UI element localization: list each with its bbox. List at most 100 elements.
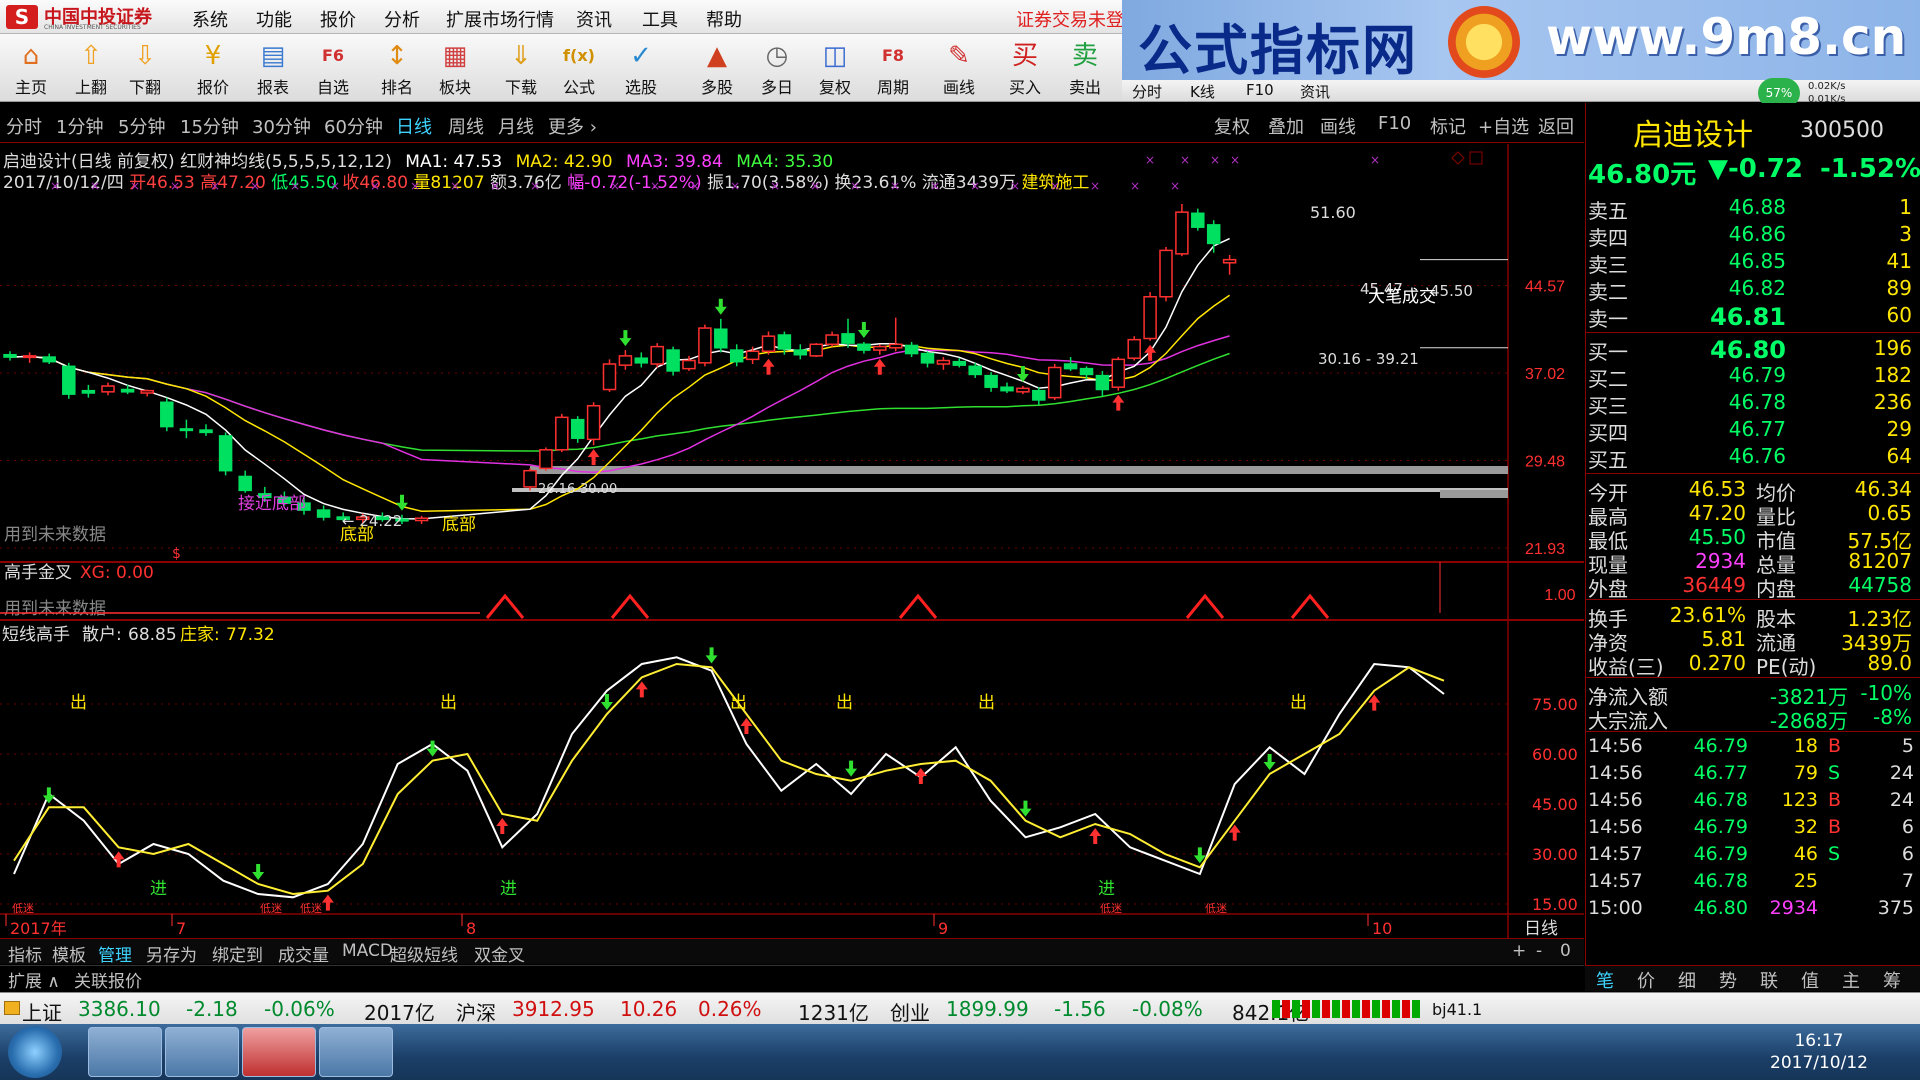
trade-login-notice[interactable]: 证券交易未登 bbox=[1016, 6, 1124, 32]
toolbar-button-9[interactable]: f(x) 公式 bbox=[552, 38, 606, 100]
toolbar-button-8[interactable]: ⇓ 下载 bbox=[494, 38, 548, 100]
quote-tab-2[interactable]: 细 bbox=[1678, 967, 1696, 993]
down-arrow-icon bbox=[1019, 800, 1032, 817]
taskbar-folder-icon[interactable] bbox=[319, 1027, 393, 1077]
toolbar-button-2[interactable]: ⇩ 下翻 bbox=[118, 38, 172, 100]
toolbar-button-1[interactable]: ⇧ 上翻 bbox=[64, 38, 118, 100]
menu-quote[interactable]: 报价 bbox=[320, 6, 356, 32]
menu-analysis[interactable]: 分析 bbox=[384, 6, 420, 32]
quote-tab-6[interactable]: 主 bbox=[1842, 967, 1860, 993]
toolbar-button-5[interactable]: F6 自选 bbox=[306, 38, 360, 100]
ask-row[interactable]: 卖五 46.88 1 bbox=[1588, 195, 1916, 223]
banner-url: www.9m8.cn bbox=[1546, 8, 1907, 66]
toolbar-button-3[interactable]: ¥ 报价 bbox=[186, 38, 240, 100]
toolbar-button-16[interactable]: 买买入 bbox=[998, 38, 1052, 100]
taskbar-trading-app-icon[interactable] bbox=[242, 1027, 316, 1077]
toolbar-button-7[interactable]: ▦ 板块 bbox=[428, 38, 482, 100]
period-tab-7[interactable]: 周线 bbox=[448, 113, 484, 139]
toolbar-button-12[interactable]: ◷ 多日 bbox=[750, 38, 804, 100]
toolbar-button-4[interactable]: ▤ 报表 bbox=[246, 38, 300, 100]
menu-function[interactable]: 功能 bbox=[256, 6, 292, 32]
tab-f10[interactable]: F10 bbox=[1246, 81, 1274, 99]
indicator-tab-0[interactable]: 指标 bbox=[4, 941, 46, 966]
quote-panel-tabs bbox=[1585, 965, 1920, 991]
quote-tab-1[interactable]: 价 bbox=[1637, 967, 1655, 993]
toolbar-button-11[interactable]: ▲ 多股 bbox=[690, 38, 744, 100]
chart-tool-1[interactable]: 叠加 bbox=[1268, 113, 1304, 139]
bid-row[interactable]: 买五 46.76 64 bbox=[1588, 444, 1916, 472]
candle-body bbox=[1000, 386, 1014, 392]
divider bbox=[1586, 677, 1920, 678]
quote-tab-3[interactable]: 势 bbox=[1719, 967, 1737, 993]
ask-row[interactable]: 卖四 46.86 3 bbox=[1588, 222, 1916, 250]
menu-news[interactable]: 资讯 bbox=[576, 6, 612, 32]
chart-tool-4[interactable]: 标记 bbox=[1430, 113, 1466, 139]
chart-mode-icon[interactable] bbox=[1451, 151, 1465, 165]
menu-tools[interactable]: 工具 bbox=[642, 6, 678, 32]
indicator-tab-8[interactable]: 双金叉 bbox=[470, 941, 529, 966]
chart-tool-6[interactable]: 返回 bbox=[1538, 113, 1574, 139]
bid-row[interactable]: 买四 46.77 29 bbox=[1588, 417, 1916, 445]
extend-toggle[interactable]: 扩展 ∧ bbox=[4, 967, 64, 992]
ask-row[interactable]: 卖二 46.82 89 bbox=[1588, 276, 1916, 304]
menu-system[interactable]: 系统 bbox=[192, 6, 228, 32]
zoom-button-1[interactable]: - bbox=[1532, 941, 1546, 961]
chart-tool-0[interactable]: 复权 bbox=[1214, 113, 1250, 139]
indicator-tab-1[interactable]: 模板 bbox=[48, 941, 90, 966]
ask-volume: 41 bbox=[1886, 249, 1912, 273]
period-tab-6[interactable]: 日线 bbox=[396, 113, 432, 139]
toolbar-button-13[interactable]: ◫ 复权 bbox=[808, 38, 862, 100]
index-name[interactable]: 创业 bbox=[890, 997, 930, 1026]
period-tab-5[interactable]: 60分钟 bbox=[324, 113, 383, 139]
kline-chart[interactable]: 44.57 37.02 29.48 21.93 1.00 × × × × × × × × × × × × × × × ×… bbox=[0, 144, 1584, 939]
bid-row[interactable]: 买一 46.80 196 bbox=[1588, 336, 1916, 364]
menu-help[interactable]: 帮助 bbox=[706, 6, 742, 32]
indicator-tab-7[interactable]: 超级短线 bbox=[386, 941, 462, 966]
toolbar-button-10[interactable]: ✓ 选股 bbox=[614, 38, 668, 100]
period-tab-4[interactable]: 30分钟 bbox=[252, 113, 311, 139]
toolbar-button-17[interactable]: 卖卖出 bbox=[1058, 38, 1112, 100]
tick-cell: 18 bbox=[1793, 735, 1818, 757]
index-name[interactable]: 沪深 bbox=[456, 997, 496, 1026]
indicator-tab-3[interactable]: 另存为 bbox=[142, 941, 201, 966]
chart-tool-5[interactable]: +自选 bbox=[1478, 113, 1529, 139]
chart-option-icon[interactable] bbox=[1469, 151, 1483, 165]
up-arrow-icon bbox=[1112, 394, 1125, 411]
quote-tab-5[interactable]: 值 bbox=[1801, 967, 1819, 993]
quote-tab-7[interactable]: 筹 bbox=[1883, 967, 1901, 993]
toolbar-button-15[interactable]: ✎ 画线 bbox=[932, 38, 986, 100]
quote-tab-0[interactable]: 笔 bbox=[1596, 967, 1614, 993]
related-quotes[interactable]: 关联报价 bbox=[70, 967, 146, 992]
tab-news[interactable]: 资讯 bbox=[1300, 81, 1330, 102]
flow-pct: -8% bbox=[1873, 705, 1912, 729]
bid-row[interactable]: 买二 46.79 182 bbox=[1588, 363, 1916, 391]
tab-intraday[interactable]: 分时 bbox=[1132, 81, 1162, 102]
toolbar-button-6[interactable]: ↕ 排名 bbox=[370, 38, 424, 100]
taskbar-media-icon[interactable] bbox=[165, 1027, 239, 1077]
period-tab-3[interactable]: 15分钟 bbox=[180, 113, 239, 139]
ask-row[interactable]: 卖一 46.81 60 bbox=[1588, 303, 1916, 331]
index-name[interactable]: 上证 bbox=[22, 997, 62, 1026]
zoom-button-2[interactable]: 0 bbox=[1556, 941, 1575, 961]
indicator-tab-5[interactable]: 成交量 bbox=[274, 941, 333, 966]
indicator-tab-4[interactable]: 绑定到 bbox=[208, 941, 267, 966]
quote-tab-4[interactable]: 联 bbox=[1760, 967, 1778, 993]
chart-tool-2[interactable]: 画线 bbox=[1320, 113, 1356, 139]
bid-row[interactable]: 买三 46.78 236 bbox=[1588, 390, 1916, 418]
period-tab-1[interactable]: 1分钟 bbox=[56, 113, 103, 139]
period-tab-2[interactable]: 5分钟 bbox=[118, 113, 165, 139]
toolbar-button-0[interactable]: ⌂ 主页 bbox=[4, 38, 58, 100]
period-tab-9[interactable]: 更多 › bbox=[548, 113, 597, 139]
menu-extended-market[interactable]: 扩展市场行情 bbox=[446, 6, 554, 32]
period-tab-0[interactable]: 分时 bbox=[6, 113, 42, 139]
toolbar-button-14[interactable]: F8 周期 bbox=[866, 38, 920, 100]
taskbar-ie-icon[interactable] bbox=[88, 1027, 162, 1077]
ask-label: 卖一 bbox=[1588, 307, 1628, 331]
period-tab-8[interactable]: 月线 bbox=[498, 113, 534, 139]
chart-tool-3[interactable]: F10 bbox=[1378, 113, 1411, 134]
start-button[interactable] bbox=[8, 1026, 62, 1078]
tab-kline[interactable]: K线 bbox=[1190, 81, 1215, 102]
indicator-tab-2[interactable]: 管理 bbox=[94, 941, 136, 966]
zoom-button-0[interactable]: + bbox=[1508, 941, 1530, 961]
ask-row[interactable]: 卖三 46.85 41 bbox=[1588, 249, 1916, 277]
